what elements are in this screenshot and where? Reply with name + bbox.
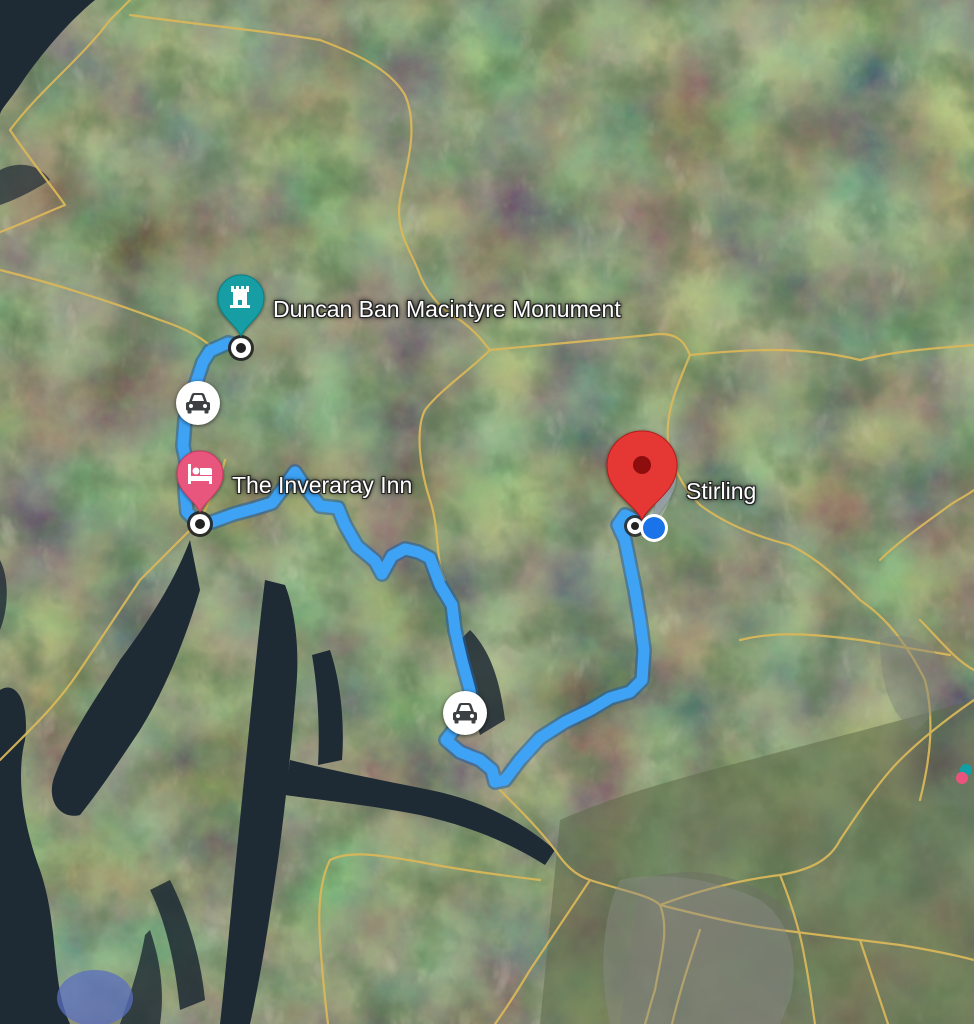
- car-icon: [186, 393, 210, 414]
- blurred-overlay: [57, 970, 133, 1024]
- monument-castle-icon: [230, 286, 250, 308]
- place-label-stirling[interactable]: Stirling: [686, 478, 756, 505]
- car-icon: [453, 703, 477, 724]
- waypoint-inn[interactable]: [187, 511, 213, 537]
- car-travel-mode-button[interactable]: [443, 691, 487, 735]
- place-label-monument[interactable]: Duncan Ban Macintyre Monument: [273, 296, 621, 323]
- map-canvas[interactable]: [0, 0, 974, 1024]
- terrain-layer: [0, 0, 974, 1024]
- waypoint-monument[interactable]: [228, 335, 254, 361]
- current-location-dot: [640, 514, 668, 542]
- satellite-map[interactable]: Duncan Ban Macintyre Monument The Invera…: [0, 0, 974, 1024]
- red-location-pin-icon: [633, 456, 651, 474]
- place-label-inn[interactable]: The Inveraray Inn: [232, 472, 412, 499]
- car-travel-mode-button[interactable]: [176, 381, 220, 425]
